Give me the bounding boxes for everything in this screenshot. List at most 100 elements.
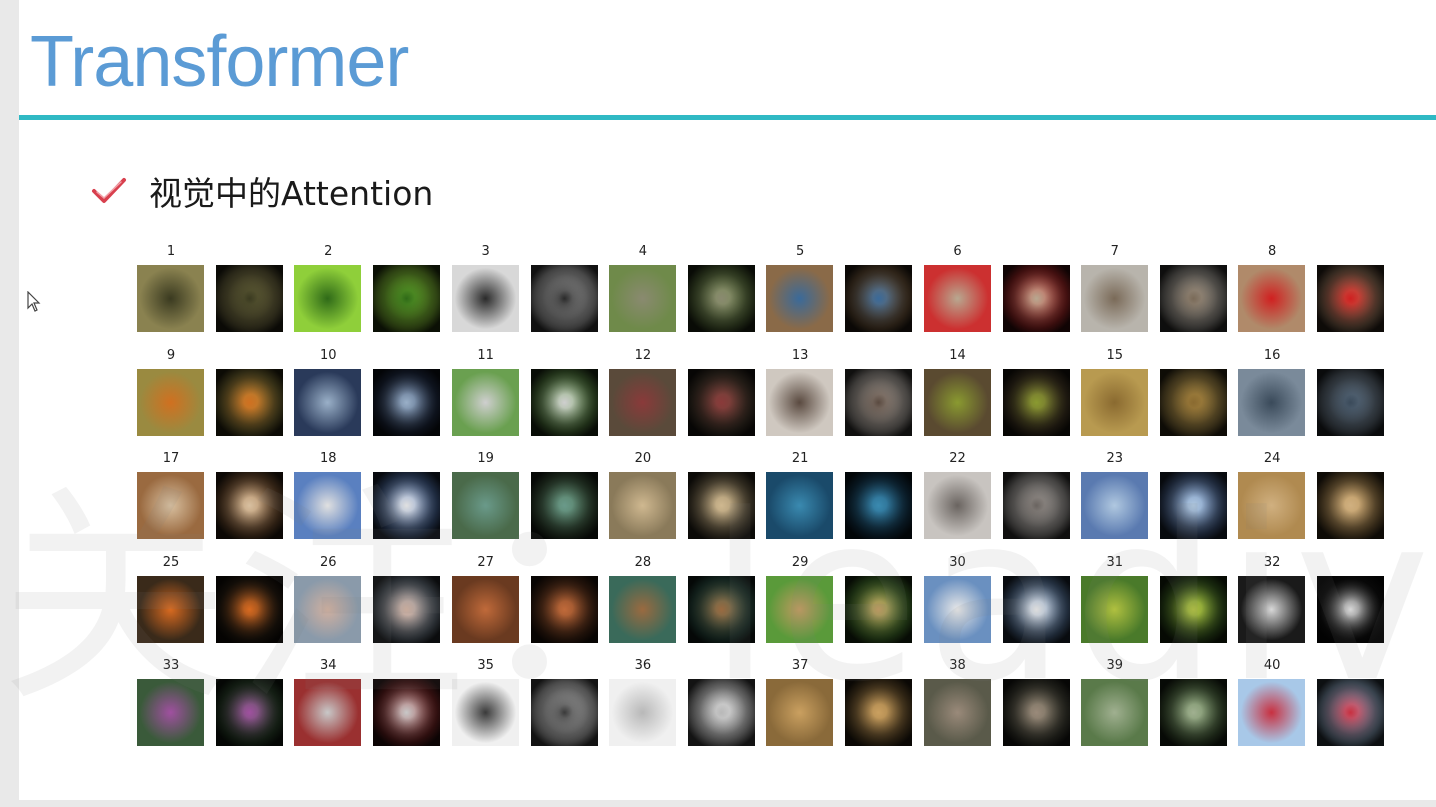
attention-map-image: [1002, 368, 1070, 436]
pair-number: 32: [1263, 554, 1281, 570]
attention-mask: [373, 472, 441, 540]
original-image: [608, 368, 676, 436]
attention-mask: [1317, 368, 1385, 436]
original-image: [1080, 265, 1148, 332]
attention-map-image: [1002, 472, 1070, 540]
pair-number: 2: [324, 244, 333, 259]
attention-map-image: [530, 575, 598, 643]
attention-mask: [1159, 575, 1227, 643]
original-image: [1238, 472, 1306, 540]
pair-number: 20: [634, 451, 652, 467]
attention-mask: [530, 368, 598, 436]
attention-map-image: [1159, 368, 1227, 436]
attention-map-image: [1317, 265, 1385, 332]
attention-mask: [687, 679, 755, 747]
attention-map-image: [1159, 679, 1227, 747]
attention-mask: [1317, 679, 1385, 747]
original-image: [1080, 368, 1148, 436]
attention-map-image: [1317, 575, 1385, 643]
pair-number: 40: [1263, 658, 1281, 674]
attention-map-image: [1317, 679, 1385, 747]
attention-mask: [530, 472, 598, 540]
pair-number: 23: [1106, 451, 1124, 467]
pair-number: 7: [1110, 244, 1119, 259]
title-divider: [19, 115, 1436, 120]
pair-number: 15: [1106, 347, 1124, 363]
pair-number: 13: [791, 347, 809, 363]
pair-number: 26: [320, 554, 337, 570]
original-image: [137, 265, 204, 332]
attention-mask: [687, 368, 755, 436]
cursor-icon: [27, 291, 41, 312]
original-image: [923, 679, 991, 747]
pair-number: 9: [166, 347, 176, 363]
attention-map-image: [845, 575, 913, 643]
bullet-item: 视觉中的Attention: [91, 168, 433, 214]
attention-map-image: [687, 679, 755, 747]
attention-mask: [845, 265, 913, 332]
attention-mask: [1002, 575, 1070, 643]
attention-mask: [845, 679, 913, 747]
original-image: [137, 679, 204, 747]
attention-map-image: [373, 575, 441, 643]
pair-number: 4: [638, 244, 648, 259]
pair-number: 28: [634, 554, 652, 570]
attention-map-image: [216, 265, 283, 332]
attention-map-image: [845, 368, 913, 436]
attention-mask: [530, 679, 598, 747]
attention-mask: [373, 575, 441, 643]
pair-number: 12: [634, 347, 652, 363]
attention-mask: [1159, 265, 1227, 332]
attention-mask: [687, 472, 755, 540]
attention-mask: [1317, 265, 1385, 332]
original-image: [766, 679, 834, 747]
attention-mask: [1002, 679, 1070, 747]
attention-map-image: [1002, 679, 1070, 747]
attention-map-image: [216, 368, 283, 436]
original-image: [766, 575, 834, 643]
pair-number: 1: [166, 244, 176, 259]
attention-map-image: [687, 265, 755, 332]
attention-map-image: [845, 472, 913, 540]
attention-mask: [687, 265, 755, 332]
original-image: [608, 679, 676, 747]
attention-map-image: [1159, 265, 1227, 332]
original-image: [1080, 472, 1148, 540]
pair-number: 38: [949, 658, 966, 674]
original-image: [451, 472, 519, 540]
pair-number: 11: [477, 347, 494, 363]
pair-number: 24: [1263, 451, 1281, 467]
attention-mask: [1317, 575, 1385, 643]
attention-map-image: [687, 575, 755, 643]
original-image: [608, 472, 676, 540]
pair-number: 3: [481, 244, 490, 259]
attention-mask: [845, 575, 913, 643]
attention-map-image: [530, 472, 598, 540]
attention-map-image: [216, 472, 283, 540]
original-image: [137, 575, 204, 643]
attention-map-image: [845, 265, 913, 332]
pair-number: 22: [949, 451, 966, 467]
attention-mask: [1159, 472, 1227, 540]
attention-grid: 1 2 3 4 5 6 7 8 9 10 11 12 13 14 15 16 17 18 19 20 21 22 23 24 2…: [137, 244, 1389, 756]
original-image: [294, 575, 362, 643]
image-pair: 40: [1238, 658, 1436, 750]
pair-number: 29: [791, 554, 809, 570]
image-pair: 32: [1238, 555, 1436, 647]
attention-mask: [530, 265, 598, 332]
attention-map-image: [687, 472, 755, 540]
attention-map-image: [1317, 472, 1385, 540]
attention-map-image: [373, 472, 441, 540]
original-image: [1080, 575, 1148, 643]
attention-map-image: [373, 265, 441, 332]
attention-mask: [1317, 472, 1385, 540]
original-image: [608, 265, 676, 332]
attention-mask: [687, 575, 755, 643]
original-image: [1080, 679, 1148, 747]
attention-map-image: [1002, 265, 1070, 332]
original-image: [923, 265, 991, 332]
pair-number: 8: [1267, 244, 1277, 259]
attention-mask: [1159, 679, 1227, 747]
original-image: [608, 575, 676, 643]
original-image: [294, 472, 362, 540]
